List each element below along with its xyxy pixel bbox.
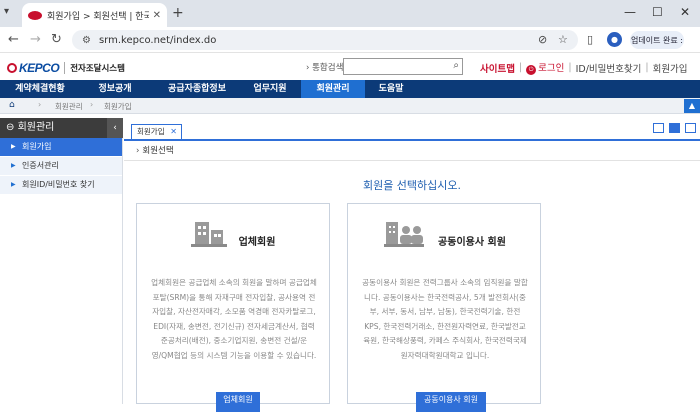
address-bar[interactable]: ⚙ srm.kepco.net/index.do [72, 30, 578, 50]
close-tab-icon[interactable]: ✕ [153, 10, 161, 21]
home-icon[interactable]: ⌂ [9, 100, 15, 110]
card-description: 업체회원은 공급업체 소속의 회원을 말하며 공급업체 포탈(SRM)을 통해 … [151, 278, 317, 360]
sidebar-item-label: 회원ID/비밀번호 찾기 [22, 180, 95, 189]
search-label: › 통합검색 [306, 63, 344, 73]
url-text: srm.kepco.net/index.do [98, 34, 217, 46]
sidebar-item-join[interactable]: ▶ 회원가입 [0, 138, 122, 156]
building-icon [191, 222, 227, 247]
close-tab-icon[interactable]: ✕ [170, 125, 177, 139]
gnb-item-contract[interactable]: 계약체결현황 [0, 80, 80, 98]
tab-list-icon[interactable] [653, 123, 664, 133]
side-panel-icon[interactable]: ▯ [587, 33, 593, 46]
kepco-logo[interactable]: KEPCO 전자조달시스템 [7, 61, 125, 75]
bookmark-star-icon[interactable]: ☆ [558, 33, 568, 46]
back-icon[interactable]: ← [8, 32, 19, 47]
sidebar-collapse-icon[interactable]: ‹ [107, 118, 123, 138]
main-content: 회원가입 ✕ › 회원선택 회원을 선택하십시오. 업체회원 업체회원은 공급업체… [124, 118, 700, 404]
sitemap-link[interactable]: 사이트맵 [480, 61, 515, 75]
sidebar-item-certificate[interactable]: ▶ 인증서관리 [0, 157, 122, 175]
gnb-item-info[interactable]: 정보공개 [80, 80, 150, 98]
logo-text: KEPCO [19, 61, 60, 75]
new-tab-icon[interactable]: + [172, 5, 184, 21]
section-title: › 회원선택 [124, 141, 700, 161]
content-tab-label: 회원가입 [137, 127, 165, 136]
minimize-icon[interactable]: — [624, 5, 636, 19]
search-input[interactable]: ⌕ [343, 58, 463, 75]
search-label-text: 통합검색 [312, 63, 344, 73]
company-member-button[interactable]: 업체회원 [216, 392, 260, 412]
maximize-icon[interactable]: ☐ [652, 5, 663, 19]
tab-window-icon[interactable] [669, 123, 680, 133]
gnb-item-supplier[interactable]: 공급자종합정보 [150, 80, 244, 98]
close-window-icon[interactable]: ✕ [680, 5, 690, 19]
bullet-icon: ▶ [11, 143, 16, 150]
update-button[interactable]: 업데이트 완료 : [630, 31, 684, 49]
browser-tab[interactable]: 회원가입 > 회원선택 | 한국전력 ✕ [22, 3, 167, 27]
group-building-icon [384, 222, 424, 247]
chevron-right-icon: › [38, 100, 42, 109]
browser-tab-bar: ▾ 회원가입 > 회원선택 | 한국전력 ✕ + — ☐ ✕ [0, 0, 700, 27]
browser-tab-title: 회원가입 > 회원선택 | 한국전력 [47, 11, 149, 22]
bullet-icon: ▶ [11, 162, 16, 169]
login-label: 로그인 [538, 63, 565, 74]
find-id-link[interactable]: ID/비밀번호찾기 [576, 61, 642, 75]
section-title-text: 회원선택 [142, 146, 174, 156]
chevron-right-icon: › [136, 146, 140, 156]
system-name: 전자조달시스템 [64, 62, 125, 74]
selection-prompt: 회원을 선택하십시오. [362, 179, 462, 192]
join-link[interactable]: 회원가입 [653, 61, 688, 75]
sidebar-item-label: 인증서관리 [22, 161, 59, 170]
power-icon: ⏻ [526, 65, 537, 75]
profile-avatar[interactable]: ● [607, 32, 622, 47]
camera-off-icon[interactable]: ⊘ [538, 33, 547, 46]
member-card-affiliate: 공동이용사 회원 공동이용사 회원은 전력그룹사 소속의 임직원을 말합니다. … [347, 203, 541, 404]
kepco-favicon-icon [28, 10, 42, 20]
bullet-icon: ▶ [11, 181, 16, 188]
sidebar-item-find-id[interactable]: ▶ 회원ID/비밀번호 찾기 [0, 176, 122, 194]
reload-icon[interactable]: ↻ [51, 32, 62, 47]
member-card-company: 업체회원 업체회원은 공급업체 소속의 회원을 말하며 공급업체 포탈(SRM)… [136, 203, 330, 404]
content-tab[interactable]: 회원가입 ✕ [131, 124, 182, 139]
chevron-right-icon: › [90, 100, 94, 109]
divider: | [568, 62, 572, 73]
divider: | [645, 62, 649, 73]
breadcrumb-level1[interactable]: 회원관리 [55, 101, 83, 112]
affiliate-member-button[interactable]: 공동이용사 회원 [416, 392, 486, 412]
gnb-item-help[interactable]: 도움말 [365, 80, 417, 98]
breadcrumb: ⌂ › 회원관리 › 회원가입 [0, 98, 700, 114]
breadcrumb-level2[interactable]: 회원가입 [104, 101, 132, 112]
gnb-item-member[interactable]: 회원관리 [301, 80, 365, 98]
card-header: 업체회원 [137, 204, 329, 254]
gnb-item-support[interactable]: 업무지원 [244, 80, 296, 98]
top-links: 사이트맵 | ⏻ 로그인 | ID/비밀번호찾기 | 회원가입 [480, 60, 688, 75]
tab-close-all-icon[interactable] [685, 123, 696, 133]
divider: | [518, 62, 523, 73]
card-header: 공동이용사 회원 [348, 204, 540, 254]
card-title: 공동이용사 회원 [438, 236, 506, 248]
kepco-logo-mark [7, 63, 17, 73]
sidebar-title: ⊖ 회원관리 ‹ [0, 118, 123, 138]
global-nav: 계약체결현황 정보공개 공급자종합정보 업무지원 회원관리 도움말 [0, 80, 700, 98]
sidebar: ⊖ 회원관리 ‹ ▶ 회원가입 ▶ 인증서관리 ▶ 회원ID/비밀번호 찾기 [0, 118, 123, 404]
forward-icon[interactable]: → [30, 32, 41, 47]
collapse-header-icon[interactable]: ▲ [684, 99, 700, 113]
login-link[interactable]: ⏻ 로그인 [526, 60, 564, 75]
browser-toolbar: ← → ↻ ⚙ srm.kepco.net/index.do ⊘ ☆ ▯ ● 업… [0, 27, 700, 53]
tab-search-icon[interactable]: ▾ [4, 6, 18, 20]
search-icon[interactable]: ⌕ [453, 60, 459, 71]
card-description: 공동이용사 회원은 전력그룹사 소속의 임직원을 말합니다. 공동이용사는 한국… [362, 278, 528, 360]
sidebar-title-text: 회원관리 [17, 122, 55, 133]
site-info-icon[interactable]: ⚙ [82, 35, 91, 46]
sidebar-item-label: 회원가입 [22, 142, 52, 151]
card-title: 업체회원 [238, 236, 276, 248]
